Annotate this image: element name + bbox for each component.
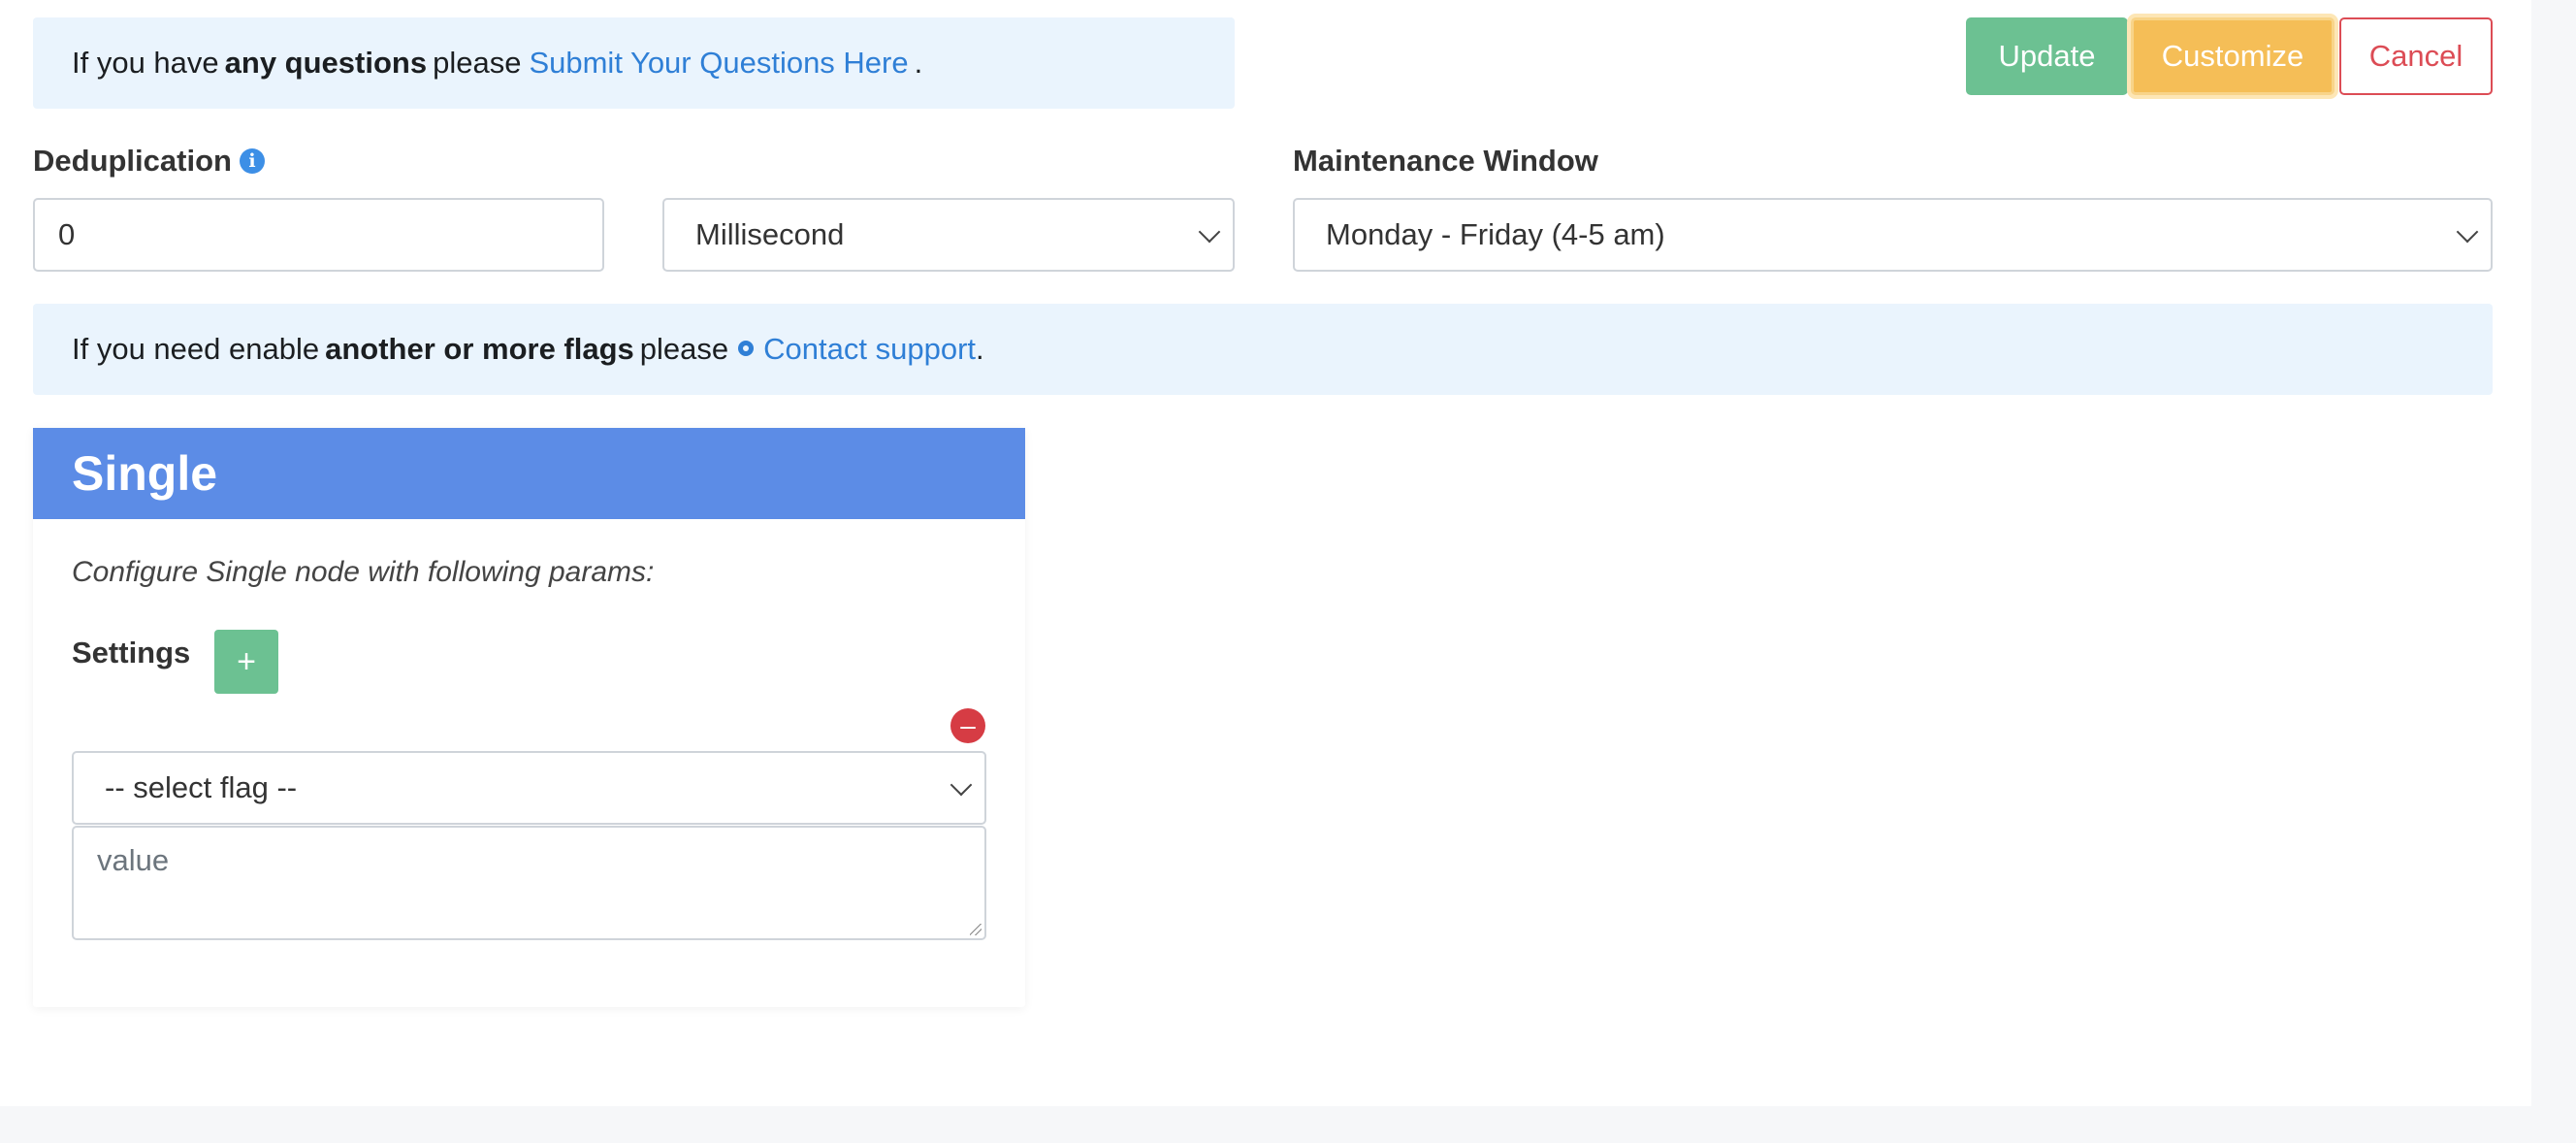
resize-grip-icon[interactable]	[970, 924, 982, 935]
flags-alert-bold: another or more flags	[325, 332, 634, 366]
add-setting-button[interactable]: +	[214, 630, 278, 694]
questions-alert-bold: any questions	[224, 46, 428, 80]
card-description: Configure Single node with following par…	[72, 556, 655, 588]
chevron-down-icon	[1198, 220, 1221, 244]
flags-alert-prefix: If you need enable	[72, 332, 320, 366]
page: If you have any questions please Submit …	[0, 0, 2531, 1106]
submit-questions-link[interactable]: Submit Your Questions Here	[529, 46, 908, 81]
deduplication-label: Deduplication i	[33, 141, 265, 181]
questions-alert-prefix: If you have	[72, 46, 219, 80]
card-title: Single	[33, 428, 1025, 519]
page-edge-bottom	[0, 1106, 2576, 1143]
questions-alert-middle: please	[433, 46, 522, 80]
maintenance-window-value: Monday - Friday (4-5 am)	[1326, 217, 1665, 251]
deduplication-unit-select[interactable]: Millisecond	[662, 198, 1235, 272]
single-node-card: Single Configure Single node with follow…	[33, 428, 1025, 1007]
cancel-button[interactable]: Cancel	[2339, 17, 2493, 95]
flags-alert: If you need enable another or more flags…	[33, 304, 2493, 395]
flag-select[interactable]: -- select flag --	[72, 751, 986, 825]
value-placeholder: value	[97, 843, 170, 877]
deduplication-unit-value: Millisecond	[695, 217, 845, 251]
maintenance-window-label: Maintenance Window	[1293, 144, 1598, 178]
info-icon[interactable]: i	[239, 148, 265, 174]
contact-support-link[interactable]: Contact support	[763, 332, 976, 367]
deduplication-value[interactable]	[58, 217, 602, 252]
remove-setting-button[interactable]: –	[950, 708, 985, 743]
deduplication-label-text: Deduplication	[33, 144, 232, 178]
minus-icon: –	[960, 710, 976, 740]
chevron-down-icon	[2456, 220, 2479, 244]
cog-icon	[738, 341, 755, 356]
page-edge-right	[2531, 0, 2576, 1143]
value-textarea[interactable]: value	[72, 826, 986, 940]
plus-icon: +	[237, 642, 256, 680]
flags-alert-suffix: .	[976, 332, 984, 366]
update-button[interactable]: Update	[1966, 17, 2128, 95]
maintenance-window-select[interactable]: Monday - Friday (4-5 am)	[1293, 198, 2493, 272]
chevron-down-icon	[950, 773, 973, 797]
questions-alert: If you have any questions please Submit …	[33, 17, 1235, 109]
flags-alert-middle: please	[639, 332, 729, 366]
deduplication-input[interactable]	[33, 198, 604, 272]
flag-select-value: -- select flag --	[105, 770, 298, 804]
questions-alert-suffix: .	[914, 46, 923, 80]
customize-button[interactable]: Customize	[2131, 17, 2334, 95]
settings-label: Settings	[72, 636, 191, 669]
